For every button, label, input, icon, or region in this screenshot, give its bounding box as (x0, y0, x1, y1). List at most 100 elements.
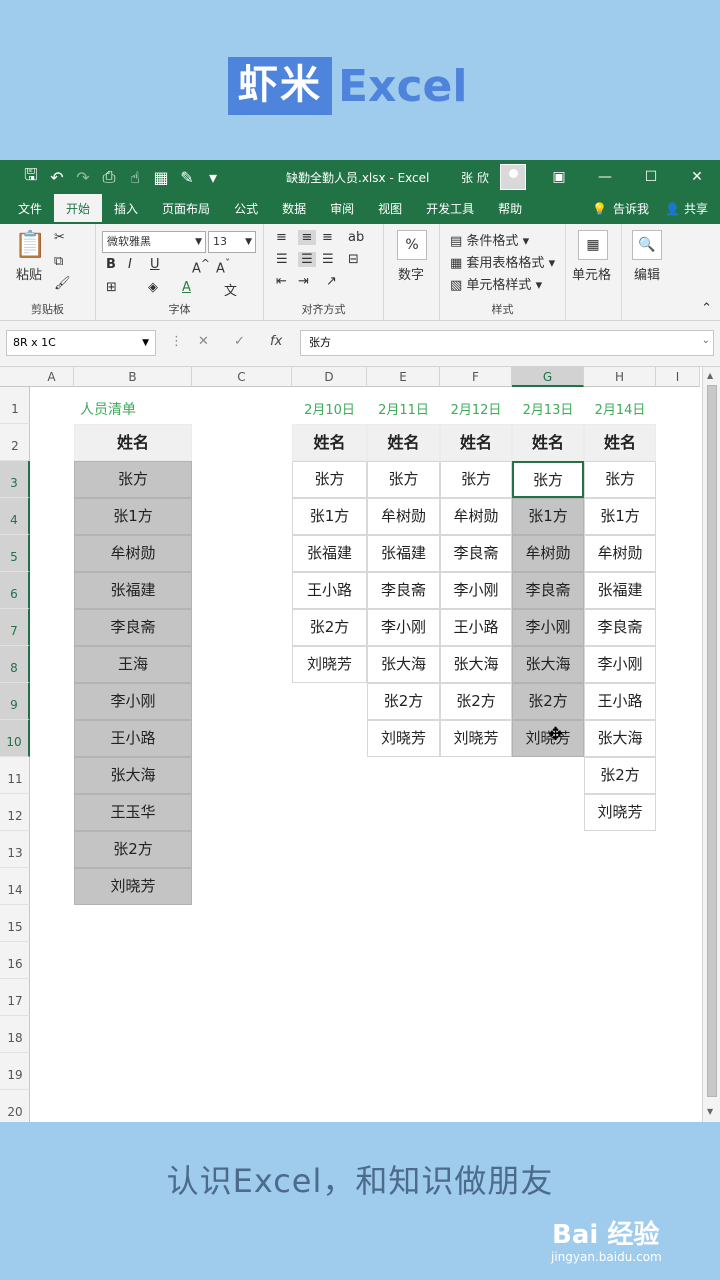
paste-icon[interactable]: 📋 (14, 230, 46, 260)
save-icon[interactable]: 🖫 (18, 164, 44, 191)
column-header-B[interactable]: B (74, 367, 192, 387)
day-name-cell[interactable]: 李良斋 (367, 572, 440, 609)
row-header-3[interactable]: 3 (0, 461, 30, 498)
form-icon[interactable]: ▦ (148, 168, 174, 187)
day-name-cell[interactable]: 张福建 (367, 535, 440, 572)
percent-icon[interactable]: % (397, 230, 427, 260)
list-name-cell[interactable]: 张2方 (74, 831, 192, 868)
day-name-cell[interactable]: 刘晓芳 (292, 646, 367, 683)
number-button[interactable]: 数字 (398, 264, 424, 283)
day-name-cell[interactable]: 李良斋 (584, 609, 656, 646)
fill-color-icon[interactable]: ◈ (148, 280, 158, 295)
row-header-13[interactable]: 13 (0, 831, 30, 868)
day-header[interactable]: 姓名 (367, 424, 440, 461)
scroll-down-icon[interactable]: ▼ (707, 1107, 713, 1116)
font-size-select[interactable]: 13 ▼ (208, 231, 256, 253)
day-name-cell[interactable]: 张大海 (367, 646, 440, 683)
customize-icon[interactable]: ▾ (200, 168, 226, 187)
day-name-cell[interactable]: 张福建 (584, 572, 656, 609)
list-name-cell[interactable]: 牟树勋 (74, 535, 192, 572)
border-icon[interactable]: ⊞ (106, 280, 117, 295)
day-name-cell[interactable]: 王小路 (440, 609, 512, 646)
day-name-cell[interactable]: 张大海 (440, 646, 512, 683)
align-right-icon[interactable]: ☰ (322, 252, 334, 267)
day-name-cell[interactable]: 李良斋 (512, 572, 584, 609)
avatar[interactable] (500, 164, 526, 190)
day-header[interactable]: 姓名 (584, 424, 656, 461)
day-name-cell[interactable]: 张2方 (584, 757, 656, 794)
day-header[interactable]: 姓名 (440, 424, 512, 461)
day-name-cell[interactable]: 张方 (512, 461, 584, 498)
row-header-17[interactable]: 17 (0, 979, 30, 1016)
row-header-4[interactable]: 4 (0, 498, 30, 535)
cell-styles-button[interactable]: ▧ 单元格样式 ▾ (450, 274, 542, 293)
day-name-cell[interactable]: 李良斋 (440, 535, 512, 572)
row-header-12[interactable]: 12 (0, 794, 30, 831)
format-painter-icon[interactable]: 🖌 (54, 276, 71, 291)
decrease-font-icon[interactable]: Aˇ (216, 257, 230, 276)
cancel-icon[interactable]: ✕ (198, 334, 209, 349)
day-name-cell[interactable]: 王小路 (584, 683, 656, 720)
tab-review[interactable]: 审阅 (318, 194, 366, 224)
restore-icon[interactable]: ☐ (628, 160, 674, 194)
share-button[interactable]: 共享 (684, 194, 708, 224)
lightbulb-icon[interactable]: 💡 (592, 194, 607, 224)
underline-icon[interactable]: U (150, 257, 160, 272)
tab-help[interactable]: 帮助 (486, 194, 534, 224)
paste-button[interactable]: 粘贴 (16, 264, 42, 283)
column-header-G[interactable]: G (512, 367, 584, 387)
merge-icon[interactable]: ⊟ (348, 252, 359, 267)
day-name-cell[interactable]: 刘晓芳 (440, 720, 512, 757)
day-name-cell[interactable]: 张方 (367, 461, 440, 498)
day-name-cell[interactable]: 刘晓芳 (367, 720, 440, 757)
align-left-icon[interactable]: ☰ (276, 252, 288, 267)
cells-button[interactable]: 单元格 (572, 264, 611, 283)
name-box[interactable]: 8R x 1C ▼ (6, 330, 156, 356)
minimize-icon[interactable]: — (582, 160, 628, 194)
day-name-cell[interactable]: 张1方 (512, 498, 584, 535)
tab-view[interactable]: 视图 (366, 194, 414, 224)
day-name-cell[interactable]: 张方 (440, 461, 512, 498)
row-header-7[interactable]: 7 (0, 609, 30, 646)
user-name[interactable]: 张 欣 (461, 169, 489, 186)
tab-developer[interactable]: 开发工具 (414, 194, 486, 224)
bold-icon[interactable]: B (106, 257, 116, 272)
comment-icon[interactable]: ✎ (174, 168, 200, 187)
day-name-cell[interactable]: 张1方 (584, 498, 656, 535)
copy-icon[interactable]: ⧉ (54, 254, 63, 269)
day-name-cell[interactable]: 李小刚 (440, 572, 512, 609)
day-name-cell[interactable]: 张方 (584, 461, 656, 498)
row-header-10[interactable]: 10 (0, 720, 30, 757)
cut-icon[interactable]: ✂ (54, 230, 65, 245)
list-name-cell[interactable]: 张方 (74, 461, 192, 498)
print-preview-icon[interactable]: ⎙ (96, 167, 122, 187)
list-name-cell[interactable]: 张大海 (74, 757, 192, 794)
tab-data[interactable]: 数据 (270, 194, 318, 224)
wrap-text-icon[interactable]: ab (348, 230, 364, 245)
share-icon[interactable]: 👤 (665, 194, 680, 224)
day-name-cell[interactable]: 张方 (292, 461, 367, 498)
day-name-cell[interactable]: 张大海 (584, 720, 656, 757)
list-name-cell[interactable]: 王玉华 (74, 794, 192, 831)
day-name-cell[interactable]: 李小刚 (512, 609, 584, 646)
touch-mode-icon[interactable]: ☝ (122, 168, 148, 187)
row-header-19[interactable]: 19 (0, 1053, 30, 1090)
worksheet[interactable]: ABCDEFGHI 1 2 3 4 5 6 7 8 9 10 11 12 13 14 15 16 17 18 19 2… (0, 367, 720, 1122)
list-name-cell[interactable]: 张福建 (74, 572, 192, 609)
increase-indent-icon[interactable]: ⇥ (298, 274, 309, 289)
tab-file[interactable]: 文件 (0, 194, 54, 224)
find-icon[interactable]: 🔍 (632, 230, 662, 260)
italic-icon[interactable]: I (128, 257, 132, 272)
conditional-format-button[interactable]: ▤ 条件格式 ▾ (450, 230, 529, 249)
list-name-cell[interactable]: 王小路 (74, 720, 192, 757)
font-name-select[interactable]: 微软雅黑 ▼ (102, 231, 206, 253)
list-name-cell[interactable]: 张1方 (74, 498, 192, 535)
list-name-cell[interactable]: 李良斋 (74, 609, 192, 646)
formula-input[interactable]: 张方 (300, 330, 714, 356)
ribbon-display-icon[interactable]: ▣ (536, 160, 582, 194)
row-header-9[interactable]: 9 (0, 683, 30, 720)
column-header-F[interactable]: F (440, 367, 512, 387)
align-bottom-icon[interactable]: ≡ (322, 230, 333, 245)
row-header-16[interactable]: 16 (0, 942, 30, 979)
day-name-cell[interactable]: 张大海 (512, 646, 584, 683)
